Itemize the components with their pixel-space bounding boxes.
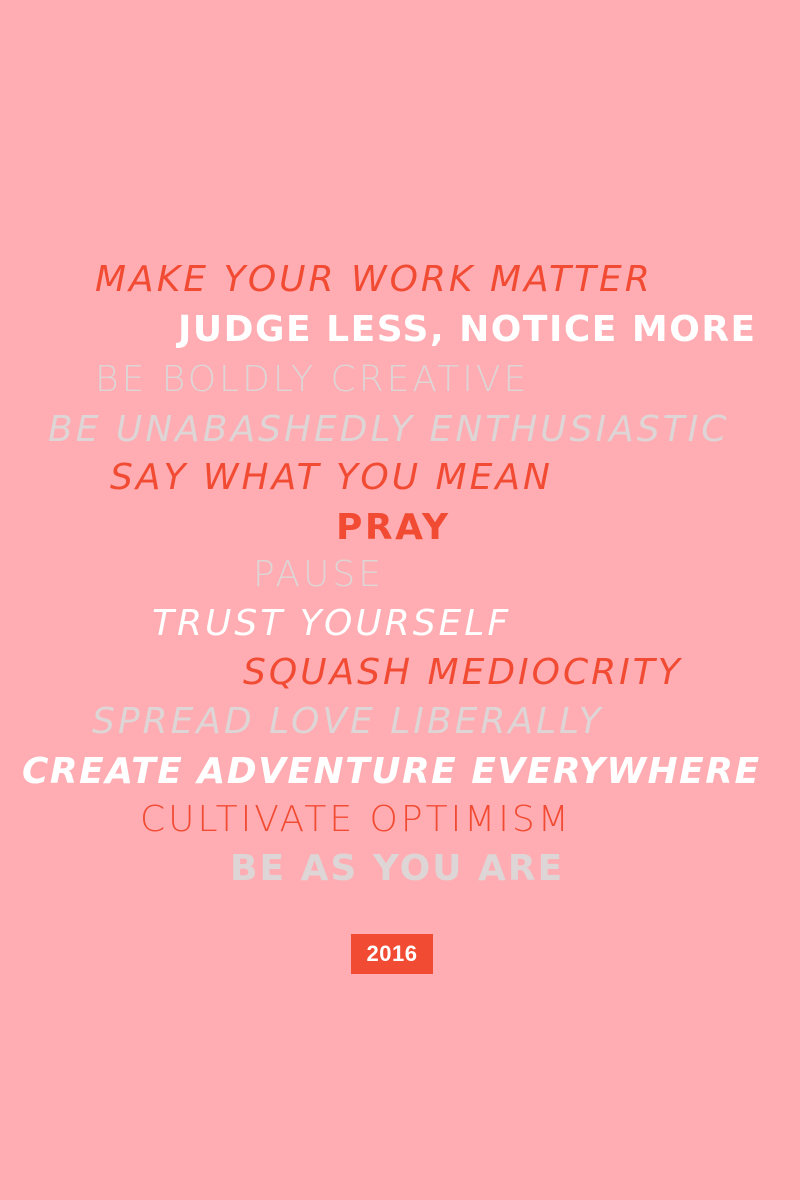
line-say-what-you-mean: SAY WHAT YOU MEAN (110, 457, 553, 498)
line-make-your-work-matter: MAKE YOUR WORK MATTER (95, 259, 653, 300)
line-pause: PAUSE (253, 554, 384, 595)
line-be-unabashedly-enthusiastic: BE UNABASHEDLY ENTHUSIASTIC (48, 409, 730, 450)
line-create-adventure-everywhere: CREATE ADVENTURE EVERYWHERE (22, 751, 761, 792)
line-spread-love-liberally: SPREAD LOVE LIBERALLY (92, 701, 604, 742)
line-squash-mediocrity: SQUASH MEDIOCRITY (243, 652, 683, 693)
line-trust-yourself: TRUST YOURSELF (152, 603, 512, 644)
year-badge: 2016 (351, 934, 433, 974)
line-be-boldly-creative: BE BOLDLY CREATIVE (95, 359, 530, 400)
line-pray: PRAY (336, 507, 451, 548)
line-cultivate-optimism: CULTIVATE OPTIMISM (140, 799, 572, 840)
line-judge-less-notice-more: JUDGE LESS, NOTICE MORE (178, 309, 757, 350)
line-be-as-you-are: BE AS YOU ARE (230, 848, 565, 889)
